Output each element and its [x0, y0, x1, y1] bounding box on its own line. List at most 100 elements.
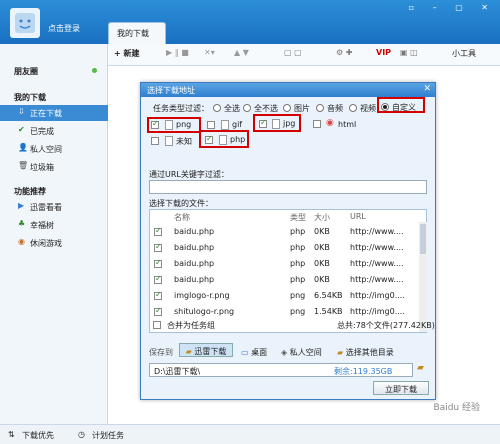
- file-name: shitulogo-r.png: [174, 307, 235, 316]
- filter-select-none-radio[interactable]: [243, 104, 251, 112]
- row-checkbox[interactable]: [154, 290, 162, 300]
- column-header-url[interactable]: URL: [350, 212, 366, 221]
- person-icon: 👤: [18, 143, 28, 152]
- location-private-space[interactable]: ◈ 私人空间: [281, 347, 322, 358]
- sidebar-item-friends[interactable]: 朋友圈: [14, 66, 38, 77]
- filter-video-radio[interactable]: [349, 104, 357, 112]
- gear-icon[interactable]: ⚙ ✚: [336, 48, 352, 57]
- window-controls[interactable]: ▫ – ▢ ✕: [409, 3, 496, 12]
- type-jpg-checkbox[interactable]: [259, 118, 267, 128]
- location-desktop[interactable]: ▭ 桌面: [241, 347, 267, 358]
- up-icon[interactable]: ▲ ▼: [234, 48, 249, 57]
- download-now-button[interactable]: 立即下载: [373, 381, 429, 395]
- row-checkbox[interactable]: [154, 258, 162, 268]
- file-icon: [221, 120, 229, 130]
- file-type: php: [290, 243, 306, 252]
- sidebar-heading-my-downloads: 我的下载: [14, 93, 46, 102]
- sidebar-item-completed[interactable]: 已完成: [30, 126, 54, 137]
- file-size: 0KB: [314, 259, 330, 268]
- url-filter-label: 通过URL关键字过滤：: [149, 170, 229, 179]
- dialog-title: 选择下载地址: [141, 83, 435, 97]
- avatar-face-icon: [15, 13, 35, 33]
- sidebar-item-happy-tree[interactable]: 幸福树: [30, 220, 54, 231]
- folder-icon[interactable]: ▢ ▢: [284, 48, 302, 57]
- download-priority-button[interactable]: 下载优先: [22, 430, 54, 441]
- scrollbar-thumb[interactable]: [420, 224, 426, 254]
- file-icon: [165, 136, 173, 146]
- file-url: http://www....: [350, 227, 404, 236]
- tools-button[interactable]: 小工具: [452, 48, 476, 59]
- url-filter-input[interactable]: [149, 180, 427, 194]
- trash-icon: 🗑: [18, 161, 29, 170]
- type-gif-label: gif: [232, 120, 243, 129]
- type-jpg-label: jpg: [283, 119, 296, 128]
- chrome-icon: ◉: [326, 118, 334, 128]
- start-icon[interactable]: ▶ ‖ ■: [166, 48, 189, 57]
- filter-select-all-radio[interactable]: [213, 104, 221, 112]
- table-row[interactable]: imglogo-r.png png 6.54KB http://img0....: [150, 288, 418, 304]
- type-gif-checkbox[interactable]: [207, 121, 215, 129]
- close-icon[interactable]: ✕: [423, 84, 431, 94]
- check-icon: ✔: [18, 125, 25, 134]
- filter-images-radio[interactable]: [283, 104, 291, 112]
- sidebar-item-casual-games[interactable]: 休闲游戏: [30, 238, 62, 249]
- row-checkbox[interactable]: [154, 226, 162, 236]
- merge-checkbox[interactable]: [153, 321, 161, 329]
- new-task-button[interactable]: + 新建: [114, 48, 140, 59]
- schedule-icon: ◷: [78, 430, 85, 439]
- sidebar-heading-featured: 功能推荐: [14, 187, 46, 196]
- game-icon: ◉: [18, 237, 25, 246]
- type-png-checkbox[interactable]: [151, 119, 159, 129]
- file-type: png: [290, 291, 306, 300]
- table-row[interactable]: baidu.php php 0KB http://www....: [150, 224, 418, 240]
- file-url: http://www....: [350, 275, 404, 284]
- private-space-icon: ◈: [281, 348, 290, 357]
- table-row[interactable]: baidu.php php 0KB http://www....: [150, 272, 418, 288]
- save-path-input[interactable]: D:\迅雷下载\ 剩余:119.35GB: [149, 363, 413, 377]
- browse-folder-icon[interactable]: ▰: [417, 363, 424, 373]
- sidebar-item-xunlei-kankan[interactable]: 迅雷看看: [30, 202, 62, 213]
- table-row[interactable]: shitulogo-r.png png 1.54KB http://img0..…: [150, 304, 418, 320]
- location-label: 迅雷下载: [194, 347, 227, 356]
- row-checkbox[interactable]: [154, 274, 162, 284]
- filter-custom-radio[interactable]: [381, 103, 389, 111]
- sidebar-item-downloading[interactable]: 正在下载: [30, 108, 62, 119]
- file-type: png: [290, 307, 306, 316]
- file-type: php: [290, 259, 306, 268]
- sidebar-item-private-space[interactable]: 私人空间: [30, 144, 62, 155]
- file-name: baidu.php: [174, 259, 215, 268]
- save-to-label: 保存到: [149, 348, 173, 357]
- table-row[interactable]: baidu.php php 0KB http://www....: [150, 240, 418, 256]
- tab-my-downloads[interactable]: 我的下载: [108, 22, 166, 44]
- file-size: 0KB: [314, 243, 330, 252]
- watermark: Baidu 经验: [433, 403, 480, 413]
- type-php-checkbox[interactable]: [205, 134, 213, 144]
- share-icon[interactable]: ▣ ◫: [400, 48, 418, 57]
- type-unknown-checkbox[interactable]: [151, 137, 159, 145]
- filter-select-all-label: 全选: [224, 104, 240, 113]
- column-header-size[interactable]: 大小: [314, 212, 330, 223]
- avatar[interactable]: [10, 8, 40, 38]
- location-other-directory[interactable]: ▰ 选择其他目录: [337, 347, 394, 358]
- column-header-type[interactable]: 类型: [290, 212, 306, 223]
- download-priority-icon: ⇅: [8, 430, 15, 439]
- folder-icon: ▰: [337, 348, 346, 357]
- row-checkbox[interactable]: [154, 306, 162, 316]
- delete-icon[interactable]: ✕▾: [204, 48, 215, 57]
- sidebar-item-trash[interactable]: 垃圾箱: [30, 162, 54, 173]
- type-filter-label: 任务类型过滤：: [153, 104, 209, 113]
- table-scrollbar[interactable]: [419, 222, 427, 332]
- row-checkbox[interactable]: [154, 242, 162, 252]
- schedule-button[interactable]: 计划任务: [92, 430, 124, 441]
- filter-audio-radio[interactable]: [316, 104, 324, 112]
- location-xunlei-download-button[interactable]: ▰ 迅雷下载: [179, 343, 233, 357]
- file-size: 0KB: [314, 275, 330, 284]
- toolbar: + 新建 ▶ ‖ ■ ✕▾ ▲ ▼ ▢ ▢ ⚙ ✚ VIP ▣ ◫ 小工具: [108, 44, 500, 66]
- file-type: php: [290, 275, 306, 284]
- table-row[interactable]: baidu.php php 0KB http://www....: [150, 256, 418, 272]
- column-header-name[interactable]: 名称: [174, 212, 190, 223]
- vip-button[interactable]: VIP: [376, 48, 391, 57]
- save-path-value: D:\迅雷下载\: [154, 367, 201, 376]
- type-html-checkbox[interactable]: [313, 120, 321, 128]
- login-link[interactable]: 点击登录: [48, 23, 80, 34]
